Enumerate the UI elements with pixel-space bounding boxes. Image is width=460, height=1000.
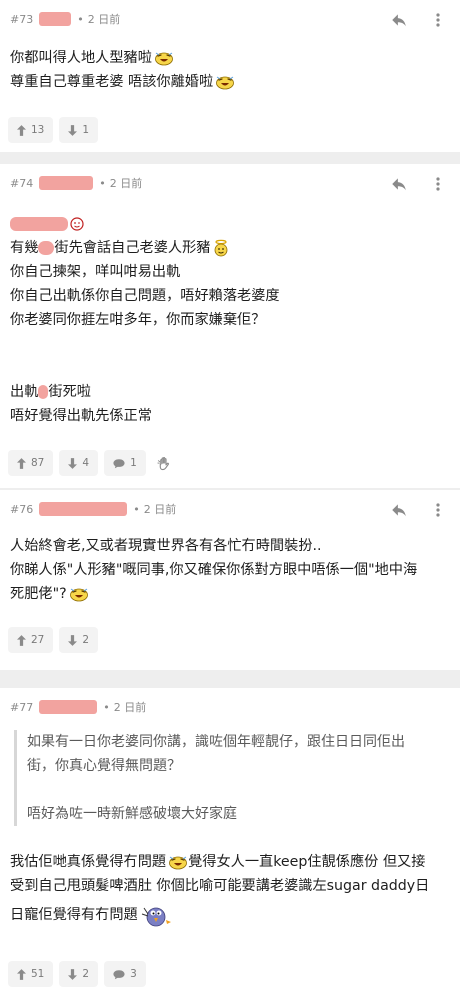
quote-line: 街，你真心覺得無問題？ [27, 758, 181, 774]
post-text: 你自己出軌係你自己問題，唔好賴落老婆度 [10, 288, 280, 304]
separator-dot: • [133, 502, 140, 516]
post-meta: #76 • 2 日前 [10, 500, 176, 518]
quote-line: 唔好為咗一時新鮮感破壞大好家庭 [27, 806, 237, 822]
post-text: 死肥佬"? [10, 586, 67, 602]
hand-icon [157, 456, 172, 471]
post-74: #74 • 2 日前 有幾 街先會話自己老婆人形豬 你自己揀架，咩叫咁易出軌 你自… [0, 164, 460, 488]
upvote-count: 13 [31, 124, 45, 136]
post-body: 人始終會老,又或者現實世界各有各忙冇時間裝扮.. 你睇人係"人形豬"嘅同事,你又… [10, 534, 452, 606]
post-text: 人始終會老,又或者現實世界各有各忙冇時間裝扮.. [10, 538, 322, 554]
post-text: 覺得女人一直keep住靚係應份 但又接 [188, 854, 426, 870]
comment-button[interactable]: 3 [104, 961, 146, 987]
upvote-button[interactable]: 27 [8, 627, 54, 653]
username-redacted[interactable] [39, 176, 94, 190]
post-body: 有幾 街先會話自己老婆人形豬 你自己揀架，咩叫咁易出軌 你自己出軌係你自己問題，唔… [10, 212, 452, 428]
upvote-button[interactable]: 87 [8, 450, 54, 476]
upvote-button[interactable]: 13 [8, 117, 54, 143]
wink-emoticon-icon [70, 217, 84, 231]
post-text: 尊重自己尊重老婆 唔該你離婚啦 [10, 74, 214, 90]
post-meta: #73 • 2 日前 [10, 10, 120, 28]
laugh-emoticon-icon [154, 50, 174, 66]
arrow-down-icon [68, 125, 77, 136]
post-meta: #74 • 2 日前 [10, 174, 142, 192]
post-text: 你自己揀架，咩叫咁易出軌 [10, 264, 181, 280]
downvote-count: 1 [82, 124, 90, 136]
arrow-up-icon [17, 458, 26, 469]
comment-icon [113, 458, 125, 469]
username-redacted[interactable] [39, 502, 128, 516]
post-body: 我估佢哋真係覺得冇問題 覺得女人一直keep住靚係應份 但又接 受到自己甩頭髮啤酒… [10, 850, 452, 932]
post-body: 你都叫得人地人型豬啦 尊重自己尊重老婆 唔該你離婚啦 [10, 46, 452, 94]
separator-dot: • [99, 176, 106, 190]
comment-count: 1 [130, 457, 137, 469]
post-text: 有幾 [10, 240, 39, 256]
post-text: 我估佢哋真係覺得冇問題 [10, 854, 167, 870]
reply-icon[interactable] [390, 11, 408, 29]
post-time: 2 日前 [87, 13, 121, 26]
downvote-count: 4 [82, 457, 90, 469]
downvote-button[interactable]: 2 [59, 627, 99, 653]
upvote-button[interactable]: 51 [8, 961, 54, 987]
post-number: #74 [10, 176, 34, 190]
arrow-down-icon [68, 969, 77, 980]
more-icon[interactable] [430, 501, 446, 519]
laugh-emoticon-icon [69, 586, 89, 602]
post-text: 街死啦 [48, 384, 91, 400]
upvote-count: 27 [31, 634, 45, 646]
separator-dot: • [77, 12, 84, 26]
more-icon[interactable] [430, 11, 446, 29]
username-redacted[interactable] [39, 12, 72, 26]
comment-count: 3 [130, 968, 137, 980]
laugh-emoticon-icon [215, 74, 235, 90]
post-text: 街先會話自己老婆人形豬 [54, 240, 211, 256]
post-time: 2 日前 [143, 503, 177, 516]
username-redacted[interactable] [39, 700, 98, 714]
arrow-down-icon [68, 458, 77, 469]
upvote-count: 51 [31, 968, 45, 980]
post-number: #73 [10, 12, 34, 26]
post-text: 受到自己甩頭髮啤酒肚 你個比喻可能要講老婆識左sugar daddy日 [10, 878, 430, 894]
downvote-button[interactable]: 4 [59, 450, 99, 476]
redacted-text [10, 217, 68, 231]
post-text: 你老婆同你捱左咁多年，你而家嫌棄佢？ [10, 312, 266, 328]
angel-emoticon-icon [212, 239, 230, 257]
post-text: 唔好覺得出軌先係正常 [10, 408, 152, 424]
post-number: #76 [10, 502, 34, 516]
post-time: 2 日前 [109, 177, 143, 190]
downvote-button[interactable]: 2 [59, 961, 99, 987]
arrow-up-icon [17, 125, 26, 136]
post-73: #73 • 2 日前 你都叫得人地人型豬啦 尊重自己尊重老婆 唔該你離婚啦 13… [0, 0, 460, 152]
more-icon[interactable] [430, 175, 446, 193]
hide-button[interactable] [152, 450, 178, 476]
quote-line: 如果有一日你老婆同你講，識咗個年輕靚仔，跟住日日同佢出 [27, 734, 405, 750]
quoted-text: 如果有一日你老婆同你講，識咗個年輕靚仔，跟住日日同佢出 街，你真心覺得無問題？ … [14, 730, 446, 826]
post-text: 你都叫得人地人型豬啦 [10, 50, 152, 66]
downvote-button[interactable]: 1 [59, 117, 99, 143]
reply-icon[interactable] [390, 501, 408, 519]
arrow-up-icon [17, 969, 26, 980]
post-text: 日寵佢覺得有冇問題 [10, 907, 138, 923]
reply-icon[interactable] [390, 175, 408, 193]
arrow-down-icon [68, 635, 77, 646]
downvote-count: 2 [82, 634, 90, 646]
arrow-up-icon [17, 635, 26, 646]
downvote-count: 2 [82, 968, 90, 980]
post-number: #77 [10, 700, 34, 714]
post-time: 2 日前 [113, 701, 147, 714]
upvote-count: 87 [31, 457, 45, 469]
bird-emoticon-icon [140, 902, 174, 928]
post-meta: #77 • 2 日前 [10, 698, 146, 716]
laugh-emoticon-icon [168, 854, 188, 870]
redacted-text [38, 241, 55, 255]
post-76: #76 • 2 日前 人始終會老,又或者現實世界各有各忙冇時間裝扮.. 你睇人係… [0, 490, 460, 670]
redacted-text [38, 385, 49, 399]
comment-icon [113, 969, 125, 980]
separator-dot: • [103, 700, 110, 714]
post-text: 出軌 [10, 384, 39, 400]
post-text: 你睇人係"人形豬"嘅同事,你又確保你係對方眼中唔係一個"地中海 [10, 562, 418, 578]
post-77: #77 • 2 日前 如果有一日你老婆同你講，識咗個年輕靚仔，跟住日日同佢出 街… [0, 688, 460, 1000]
comment-button[interactable]: 1 [104, 450, 146, 476]
